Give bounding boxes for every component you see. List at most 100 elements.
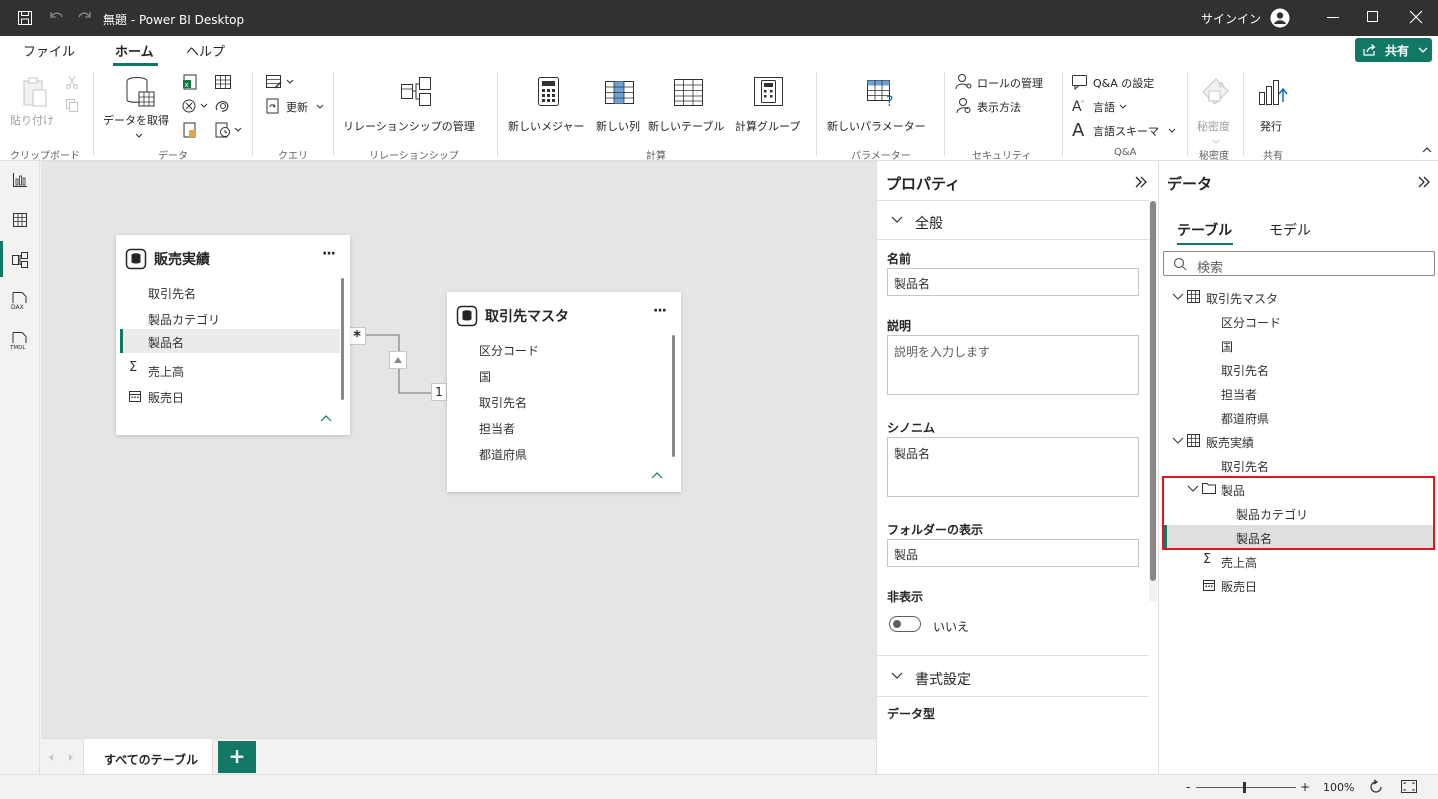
field-item[interactable]: 取引先名 — [148, 285, 196, 302]
name-input[interactable]: 製品名 — [887, 268, 1139, 296]
zoom-in-button[interactable]: + — [1300, 780, 1310, 794]
field-item[interactable]: 国 — [479, 368, 491, 385]
linguistic-schema-button[interactable]: A 言語スキーマ — [1071, 120, 1181, 141]
tree-field-selected[interactable]: 製品名 — [1164, 525, 1433, 548]
tree-field[interactable]: 取引先名 — [1221, 362, 1269, 379]
tab-model[interactable]: モデル — [1269, 220, 1311, 240]
paste-button[interactable]: 貼り付け — [8, 74, 60, 130]
field-item[interactable]: 担当者 — [479, 420, 515, 437]
menu-file[interactable]: ファイル — [23, 41, 75, 60]
zoom-level[interactable]: 100% — [1323, 781, 1354, 794]
field-item[interactable]: 取引先名 — [479, 394, 527, 411]
table-card-customers[interactable]: 取引先マスタ ··· 区分コード 国 取引先名 担当者 都道府県 — [447, 292, 681, 492]
manage-roles-button[interactable]: ロールの管理 — [955, 73, 1055, 93]
tree-field[interactable]: 国 — [1221, 338, 1233, 355]
display-folder-input[interactable]: 製品 — [887, 539, 1139, 567]
dax-query-view-icon[interactable]: DAX — [10, 291, 30, 311]
more-options-icon[interactable]: ··· — [653, 303, 667, 319]
field-item[interactable]: 製品カテゴリ — [148, 311, 220, 328]
tree-field[interactable]: 製品カテゴリ — [1236, 506, 1308, 523]
table-view-icon[interactable] — [12, 212, 28, 228]
tree-table-sales[interactable]: 販売実績 — [1206, 434, 1254, 451]
dataverse-icon[interactable] — [182, 98, 208, 114]
more-options-icon[interactable]: ··· — [322, 246, 336, 262]
view-as-button[interactable]: 表示方法 — [955, 97, 1035, 117]
excel-icon[interactable]: x — [182, 74, 198, 90]
menu-help[interactable]: ヘルプ — [186, 41, 225, 60]
report-view-icon[interactable] — [12, 172, 28, 188]
tab-tables[interactable]: テーブル — [1177, 220, 1232, 240]
tree-folder-product[interactable]: 製品 — [1221, 482, 1245, 499]
tree-table-customers[interactable]: 取引先マスタ — [1206, 290, 1278, 307]
close-icon[interactable] — [1409, 10, 1423, 24]
search-input[interactable]: 検索 — [1163, 251, 1435, 276]
save-icon[interactable] — [17, 10, 33, 26]
tmdl-view-icon[interactable]: TMDL — [10, 331, 30, 351]
signin-link[interactable]: サインイン — [1201, 10, 1261, 27]
share-button[interactable]: 共有 — [1355, 38, 1432, 62]
synonyms-input[interactable]: 製品名 — [887, 437, 1139, 497]
tree-field[interactable]: 都道府県 — [1221, 410, 1269, 427]
avatar-icon[interactable] — [1270, 8, 1290, 28]
tree-field[interactable]: 担当者 — [1221, 386, 1257, 403]
hidden-toggle[interactable] — [889, 616, 921, 632]
zoom-out-button[interactable]: - — [1186, 780, 1190, 794]
new-table-button[interactable]: 新しいテーブル — [646, 74, 732, 134]
table-card-sales[interactable]: 販売実績 ··· 取引先名 製品カテゴリ 製品名 Σ 売上高 販売日 — [116, 235, 350, 435]
field-item[interactable]: 販売日 — [148, 389, 184, 406]
cut-icon[interactable] — [65, 75, 79, 89]
tree-field[interactable]: 売上高 — [1221, 554, 1257, 571]
field-item[interactable]: 都道府県 — [479, 446, 527, 463]
general-section-header[interactable]: 全般 — [877, 205, 1149, 237]
reset-zoom-icon[interactable] — [1368, 779, 1384, 795]
model-canvas[interactable]: * 1 販売実績 ··· 取引先名 製品カテゴリ 製品名 Σ 売上高 販売日 取… — [41, 161, 876, 738]
chevron-down-icon[interactable] — [1172, 293, 1184, 301]
language-button[interactable]: A ⁺ 言語 — [1071, 97, 1141, 117]
calc-group-button[interactable]: 計算グループ — [733, 74, 807, 134]
refresh-button[interactable]: 更新 — [265, 97, 327, 117]
fit-to-page-icon[interactable] — [1401, 780, 1417, 794]
manage-relationships-button[interactable]: リレーションシップの管理 — [340, 74, 492, 134]
card-scrollbar[interactable] — [672, 335, 675, 457]
qa-setup-button[interactable]: Q&A の設定 — [1071, 73, 1171, 93]
zoom-slider-thumb[interactable] — [1243, 782, 1246, 793]
minimize-icon[interactable] — [1326, 10, 1340, 24]
publish-button[interactable]: 発行 — [1252, 74, 1294, 134]
add-layout-button[interactable]: + — [218, 741, 256, 773]
collapse-card-icon[interactable] — [650, 471, 664, 481]
scrollbar-thumb[interactable] — [1150, 201, 1156, 581]
sensitivity-button[interactable]: 秘密度 — [1194, 74, 1238, 144]
redo-icon[interactable] — [76, 9, 94, 25]
maximize-icon[interactable] — [1366, 10, 1380, 24]
card-scrollbar[interactable] — [341, 278, 344, 400]
model-view-icon[interactable] — [11, 251, 29, 269]
chevron-down-icon[interactable] — [1187, 485, 1199, 493]
onelake-icon[interactable] — [214, 98, 232, 114]
new-column-button[interactable]: 新しい列 — [594, 74, 644, 134]
get-data-button[interactable]: データを取得 — [100, 74, 176, 144]
field-item[interactable]: 売上高 — [148, 363, 184, 380]
layout-tab-all-tables[interactable]: すべてのテーブル — [83, 739, 213, 774]
undo-icon[interactable] — [47, 9, 65, 25]
tree-field[interactable]: 取引先名 — [1221, 458, 1269, 475]
new-parameter-button[interactable]: ? 新しいパラメーター — [824, 74, 936, 134]
field-item[interactable]: 区分コード — [479, 342, 539, 359]
description-input[interactable]: 説明を入力します — [887, 335, 1139, 395]
menu-home[interactable]: ホーム — [115, 41, 154, 60]
recent-sources-icon[interactable] — [214, 122, 244, 138]
tree-field[interactable]: 区分コード — [1221, 314, 1281, 331]
sql-icon[interactable] — [182, 122, 198, 138]
collapse-pane-icon[interactable] — [1417, 175, 1431, 189]
tree-field[interactable]: 販売日 — [1221, 578, 1257, 595]
transform-data-icon[interactable] — [265, 74, 297, 90]
chevron-down-icon[interactable] — [1172, 437, 1184, 445]
relationship-direction-icon[interactable] — [389, 351, 407, 369]
field-item-selected[interactable]: 製品名 — [120, 329, 340, 353]
new-measure-button[interactable]: 新しいメジャー — [505, 74, 591, 134]
table-enter-icon[interactable] — [214, 74, 232, 90]
copy-icon[interactable] — [65, 98, 79, 112]
collapse-pane-icon[interactable] — [1134, 175, 1148, 189]
scroll-right-icon[interactable] — [68, 753, 74, 762]
zoom-slider[interactable] — [1196, 782, 1296, 793]
scroll-left-icon[interactable] — [48, 753, 54, 762]
